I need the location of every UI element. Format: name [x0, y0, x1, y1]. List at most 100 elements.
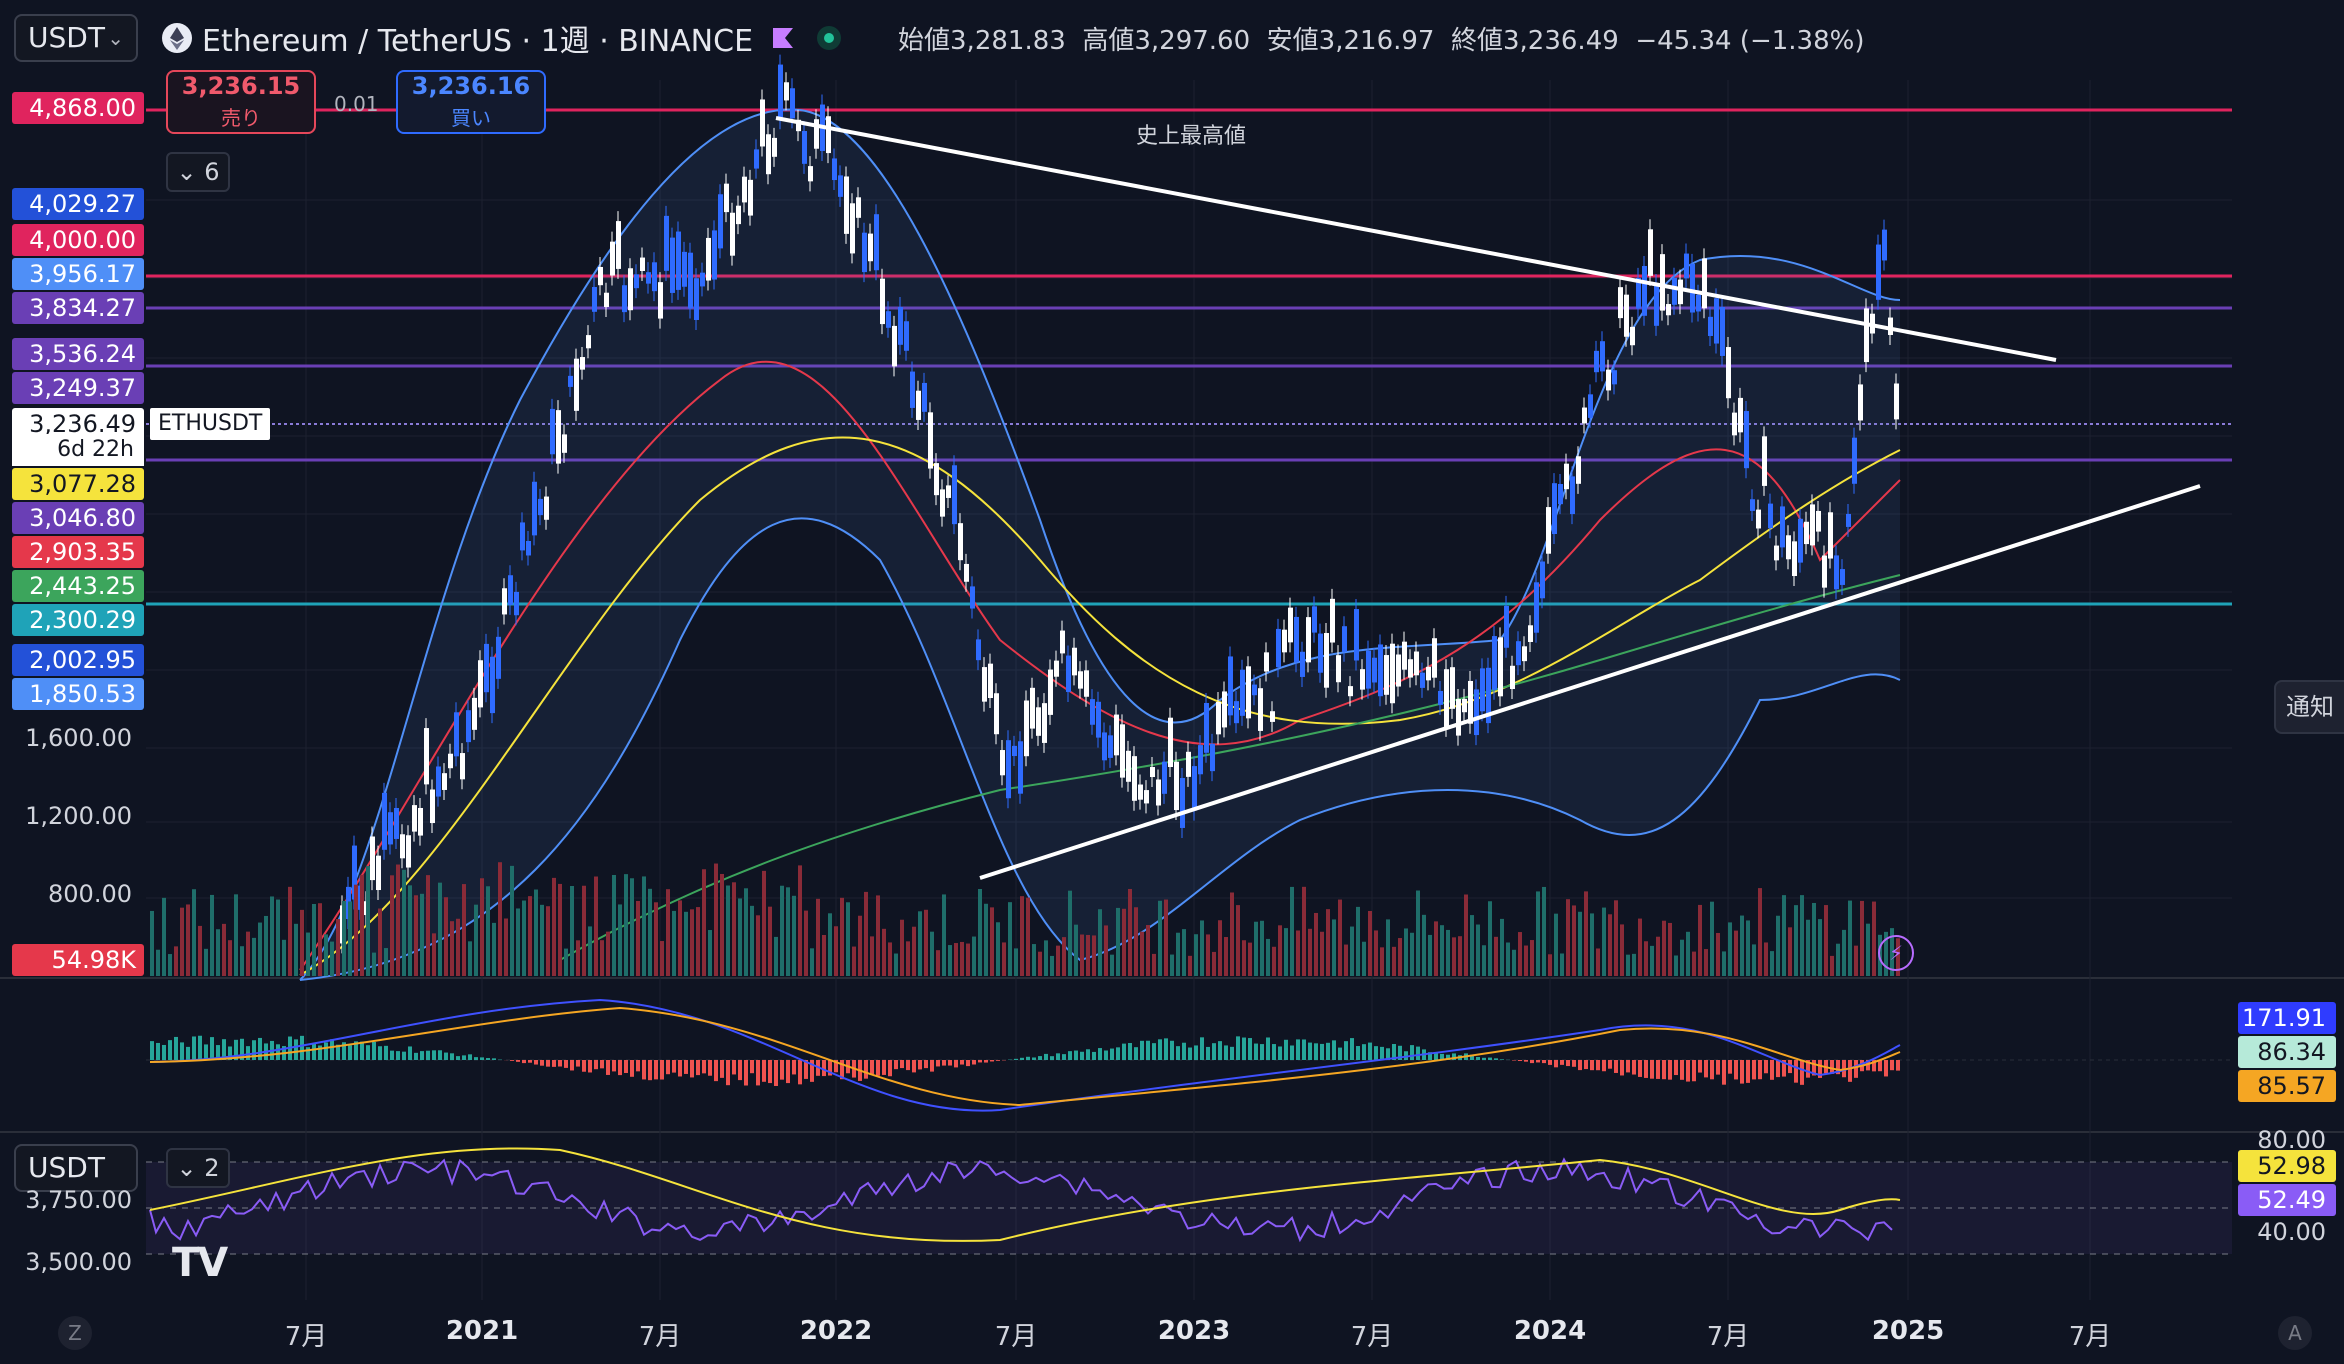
volume-bar	[1458, 936, 1462, 976]
macd-histogram-bar	[1518, 1060, 1522, 1062]
candle-body	[1318, 633, 1323, 673]
candle-body	[1384, 655, 1389, 695]
macd-histogram-bar	[1608, 1060, 1612, 1069]
volume-bar	[534, 889, 538, 976]
volume-bar	[1584, 891, 1588, 976]
volume-bar	[1404, 928, 1408, 976]
candle-body	[1576, 456, 1581, 484]
volume-bar	[1302, 886, 1306, 976]
change-value: −45.34 (−1.38%)	[1635, 26, 1865, 56]
macd-histogram-bar	[330, 1039, 334, 1060]
macd-histogram-bar	[180, 1042, 184, 1060]
volume-bar	[1710, 901, 1714, 976]
candle-body	[832, 158, 837, 181]
macd-histogram-bar	[1248, 1038, 1252, 1060]
candle-body	[1726, 347, 1731, 399]
candle-body	[1834, 555, 1839, 590]
macd-histogram-bar	[1320, 1043, 1324, 1060]
macd-histogram-bar	[1752, 1060, 1756, 1080]
candle-body	[1144, 790, 1149, 804]
macd-histogram-bar	[1056, 1053, 1060, 1060]
macd-value-tag: 86.34	[2238, 1036, 2336, 1068]
candle-body	[1588, 394, 1593, 418]
volume-bar	[444, 897, 448, 976]
zoom-reset-button[interactable]: Z	[58, 1316, 92, 1350]
candle-body	[802, 131, 807, 164]
volume-bar	[522, 900, 526, 976]
buy-button[interactable]: 3,236.16 買い	[396, 70, 546, 134]
rsi-price-axis-label: 3,500.00	[25, 1248, 132, 1276]
volume-bar	[1680, 939, 1684, 976]
macd-histogram-bar	[564, 1060, 568, 1068]
volume-bar	[1470, 915, 1474, 976]
macd-histogram-bar	[1344, 1041, 1348, 1060]
volume-bar	[606, 931, 610, 976]
volume-bar	[1476, 924, 1480, 976]
macd-histogram-bar	[906, 1060, 910, 1071]
close-value: 3,236.49	[1503, 26, 1619, 56]
macd-histogram-bar	[1308, 1042, 1312, 1060]
candle-body	[514, 591, 519, 616]
volume-bar	[1692, 951, 1696, 976]
rsi-indicators-toggle[interactable]: ⌄ 2	[166, 1148, 230, 1188]
volume-bar	[1380, 947, 1384, 976]
volume-bar	[270, 896, 274, 976]
currency-select[interactable]: USDT ⌄	[14, 14, 138, 62]
volume-bar	[1356, 906, 1360, 976]
flag-icon[interactable]	[769, 24, 797, 52]
rsi-currency-select[interactable]: USDT	[14, 1144, 138, 1192]
price-level-tag: 1,850.53	[12, 678, 144, 710]
macd-histogram-bar	[1596, 1060, 1600, 1071]
volume-bar	[1428, 934, 1432, 976]
volume-bar	[888, 942, 892, 976]
price-chart[interactable]	[0, 0, 2344, 1364]
notify-button[interactable]: 通知	[2274, 680, 2344, 734]
macd-histogram-bar	[1590, 1060, 1594, 1071]
volume-bar	[1326, 909, 1330, 976]
volume-bar	[198, 925, 202, 976]
volume-bar	[1512, 949, 1516, 976]
macd-histogram-bar	[1278, 1046, 1282, 1060]
volume-bar	[618, 904, 622, 976]
candle-body	[1438, 690, 1443, 705]
volume-bar	[786, 887, 790, 976]
volume-bar	[1464, 894, 1468, 976]
symbol-header[interactable]: Ethereum / TetherUS · 1週 · BINANCE	[160, 16, 843, 60]
symbol-title: Ethereum / TetherUS · 1週 · BINANCE	[202, 24, 754, 59]
volume-bar	[1338, 899, 1342, 976]
auto-scale-button[interactable]: A	[2278, 1316, 2312, 1350]
volume-bar	[846, 902, 850, 976]
candle-body	[1504, 605, 1509, 648]
time-axis-label: 2021	[445, 1316, 519, 1346]
volume-bar	[480, 878, 484, 976]
candle-body	[1708, 316, 1713, 336]
open-label: 始値	[898, 26, 951, 56]
sell-button[interactable]: 3,236.15 売り	[166, 70, 316, 134]
volume-bar	[336, 919, 340, 976]
volume-bar	[516, 908, 520, 976]
macd-histogram-bar	[864, 1060, 868, 1079]
volume-bar	[576, 940, 580, 976]
macd-histogram-bar	[1650, 1060, 1654, 1079]
candle-body	[1390, 643, 1395, 704]
candle-body	[856, 197, 861, 218]
macd-histogram-bar	[1854, 1060, 1858, 1078]
macd-histogram-bar	[996, 1060, 1000, 1061]
macd-histogram-bar	[960, 1060, 964, 1065]
volume-bar	[1728, 922, 1732, 976]
candle-body	[1198, 745, 1203, 775]
volume-bar	[1596, 948, 1600, 976]
volume-bar	[756, 915, 760, 976]
macd-histogram-bar	[1536, 1060, 1540, 1063]
candle-body	[808, 166, 813, 182]
macd-histogram-bar	[522, 1060, 526, 1064]
volume-bar	[834, 926, 838, 976]
macd-histogram-bar	[1746, 1060, 1750, 1083]
indicators-toggle[interactable]: ⌄ 6	[166, 152, 230, 192]
macd-histogram-bar	[1086, 1049, 1090, 1060]
candle-body	[868, 233, 873, 262]
volume-bar	[690, 909, 694, 976]
macd-histogram-bar	[1302, 1039, 1306, 1060]
lightning-icon[interactable]: ⚡	[1878, 935, 1914, 971]
volume-bar	[1182, 929, 1186, 976]
